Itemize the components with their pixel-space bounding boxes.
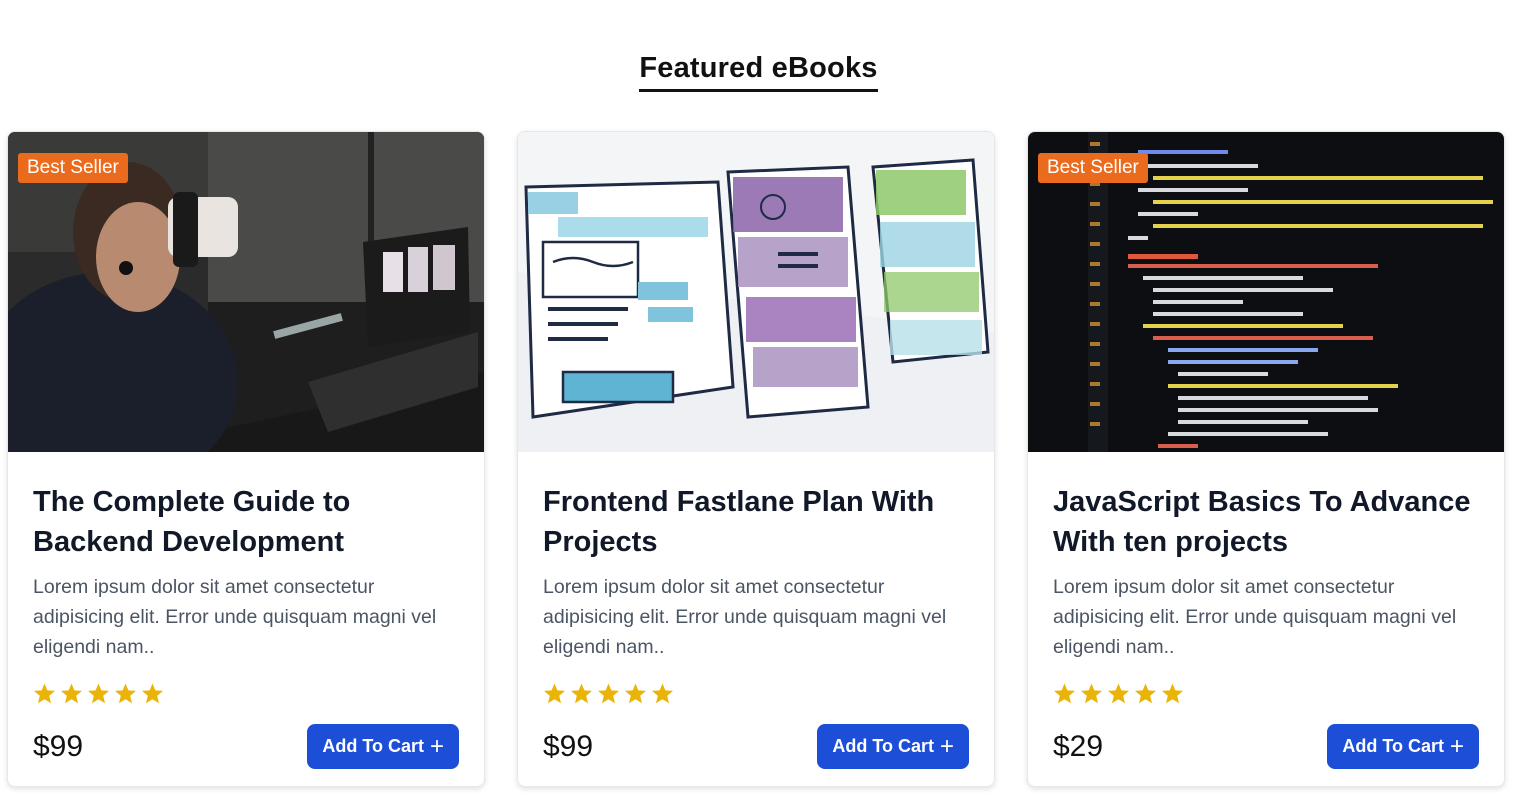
ebook-title[interactable]: The Complete Guide to Backend Developmen… [33, 482, 459, 562]
star-icon [1080, 683, 1103, 704]
add-to-cart-button[interactable]: Add To Cart + [1327, 724, 1479, 769]
best-seller-badge: Best Seller [1038, 153, 1148, 183]
star-icon [114, 683, 137, 704]
star-icon [570, 683, 593, 704]
best-seller-badge: Best Seller [18, 153, 128, 183]
star-icon [1134, 683, 1157, 704]
ebook-title[interactable]: JavaScript Basics To Advance With ten pr… [1053, 482, 1479, 562]
star-icon [33, 683, 56, 704]
ebook-price: $99 [33, 729, 84, 763]
plus-icon: + [1449, 732, 1464, 760]
ebook-cover-image[interactable] [518, 132, 994, 452]
star-icon [624, 683, 647, 704]
section-header: Featured eBooks [0, 52, 1517, 92]
ebook-cover-image[interactable]: Best Seller [1028, 132, 1504, 452]
star-icon [597, 683, 620, 704]
ebook-cover-image[interactable]: Best Seller [8, 132, 484, 452]
plus-icon: + [939, 732, 954, 760]
star-icon [60, 683, 83, 704]
ebook-title[interactable]: Frontend Fastlane Plan With Projects [543, 482, 969, 562]
wireframe-sketch-photo [518, 132, 994, 452]
add-to-cart-button[interactable]: Add To Cart + [817, 724, 969, 769]
ebook-card: Best Seller The Complete Guide to Backen… [7, 131, 485, 787]
add-to-cart-label: Add To Cart [1342, 736, 1444, 756]
ebook-price: $29 [1053, 729, 1104, 763]
ebook-description: Lorem ipsum dolor sit amet consectetur a… [543, 576, 947, 658]
ebook-card-list: Best Seller The Complete Guide to Backen… [7, 131, 1505, 787]
rating-stars [1053, 682, 1479, 706]
ebook-card: Best Seller JavaScript Basics To Advance… [1027, 131, 1505, 787]
ebook-description: Lorem ipsum dolor sit amet consectetur a… [1053, 576, 1457, 658]
star-icon [141, 683, 164, 704]
star-icon [1107, 683, 1130, 704]
rating-stars [543, 682, 969, 706]
add-to-cart-label: Add To Cart [832, 736, 934, 756]
section-title: Featured eBooks [639, 52, 878, 92]
add-to-cart-button[interactable]: Add To Cart + [307, 724, 459, 769]
star-icon [543, 683, 566, 704]
star-icon [87, 683, 110, 704]
ebook-price: $99 [543, 729, 594, 763]
star-icon [1161, 683, 1184, 704]
plus-icon: + [429, 732, 444, 760]
ebook-card: Frontend Fastlane Plan With Projects Lor… [517, 131, 995, 787]
star-icon [1053, 683, 1076, 704]
star-icon [651, 683, 674, 704]
add-to-cart-label: Add To Cart [322, 736, 424, 756]
rating-stars [33, 682, 459, 706]
ebook-description: Lorem ipsum dolor sit amet consectetur a… [33, 576, 437, 658]
